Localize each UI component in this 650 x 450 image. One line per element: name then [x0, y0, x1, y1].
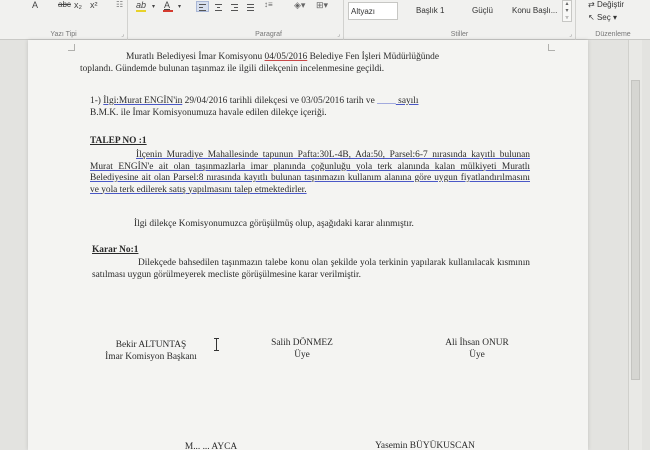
shading-icon[interactable]: ◈▾	[294, 0, 305, 11]
signature-block: Salih DÖNMEZ Üye	[242, 338, 362, 361]
style-konu-basligi[interactable]: Konu Başlı...	[510, 2, 559, 20]
style-altyazi[interactable]: Altyazı	[348, 2, 398, 20]
signatory-name: Bekir ALTUNTAŞ	[115, 340, 187, 350]
styles-group: Altyazı Başlık 1 Güçlü Konu Başlı... Sti…	[344, 0, 576, 40]
ibeam-cursor-icon	[214, 338, 219, 351]
blank-number: ____	[377, 96, 396, 106]
align-right-button[interactable]	[228, 1, 241, 12]
style-baslik-1[interactable]: Başlık 1	[414, 2, 446, 20]
karar-heading: Karar No:1	[92, 245, 139, 255]
scrollbar-thumb[interactable]	[631, 80, 640, 380]
paragraph-group-label: Paragraf	[255, 31, 282, 38]
style-guclu[interactable]: Güçlü	[470, 2, 495, 20]
select-icon: ↖	[588, 13, 597, 22]
replace-button[interactable]: ⇄ Değiştir	[588, 0, 624, 9]
intro-paragraph: Muratlı Belediyesi İmar Komisyonu 04/05/…	[80, 52, 528, 75]
bottom-signatory-partial: M... ... AYCA	[184, 442, 238, 450]
talep-note: İlgi dilekçe Komisyonumuzca görüşülmüş o…	[134, 219, 414, 229]
styles-scroll-control[interactable]: ▴ ▾ ▿	[562, 0, 572, 22]
replace-icon: ⇄	[588, 0, 597, 9]
superscript-button[interactable]: x²	[90, 0, 98, 10]
subscript-button[interactable]: x₂	[74, 0, 82, 10]
align-left-button[interactable]	[196, 1, 209, 12]
editing-group-label: Düzenleme	[595, 31, 631, 38]
font-color-button[interactable]: A	[164, 0, 170, 10]
vertical-scrollbar[interactable]	[628, 40, 642, 450]
intro-line-2: toplandı. Gündemde bulunan taşınmaz ile …	[80, 63, 385, 74]
signatory-name: Salih DÖNMEZ	[271, 338, 333, 348]
chevron-down-icon[interactable]: ▾	[178, 3, 181, 10]
item-1-line-2: B.M.K. ile İmar Komisyonumuza havale edi…	[90, 107, 327, 118]
margin-mark	[68, 44, 75, 51]
bottom-signatory-partial: Yasemin BÜYÜKUSCAN	[375, 441, 475, 450]
clear-format-icon[interactable]: ☷	[116, 0, 123, 9]
margin-mark	[548, 44, 555, 51]
align-center-button[interactable]	[212, 1, 225, 12]
signatory-role: Üye	[294, 349, 310, 360]
talep-body: İlçenin Muradiye Mahallesinde tapunun Pa…	[90, 150, 530, 195]
borders-icon[interactable]: ⊞▾	[316, 0, 328, 11]
select-button[interactable]: ↖ Seç ▾	[588, 13, 617, 22]
justify-button[interactable]	[244, 1, 257, 12]
font-color-tools: ☷ ab ▾ A ▾	[104, 0, 194, 40]
talep-heading: TALEP NO :1	[90, 136, 147, 146]
signatory-name: Ali İhsan ONUR	[445, 338, 509, 348]
styles-group-label: Stiller	[450, 31, 469, 38]
paragraph-group: ↕≡ ◈▾ ⊞▾ Paragraf ⌟	[194, 0, 344, 40]
editing-group: ⇄ Değiştir ↖ Seç ▾ Düzenleme	[576, 0, 650, 40]
font-color-bar	[163, 10, 173, 12]
ribbon: A abc x₂ x² Yazı Tipi ⌟ ☷ ab ▾ A ▾ ↕≡ ◈▾…	[0, 0, 650, 40]
strikethrough-button[interactable]: abc	[58, 0, 71, 9]
signature-block: Ali İhsan ONUR Üye	[412, 338, 542, 361]
chevron-down-icon[interactable]: ▾	[152, 3, 155, 10]
chevron-down-icon: ▾	[610, 13, 617, 22]
paragraph-launcher-icon[interactable]: ⌟	[337, 31, 340, 38]
highlight-color-bar	[136, 10, 146, 12]
item-1-paragraph: 1-) İlgi:Murat ENGİN'in 29/04/2016 tarih…	[90, 96, 530, 119]
item-1-line-1: 1-) İlgi:Murat ENGİN'in 29/04/2016 tarih…	[90, 96, 419, 106]
text-effects-button[interactable]: A	[32, 0, 38, 10]
karar-body: Dilekçede bahsedilen taşınmazın talebe k…	[92, 258, 530, 280]
signatory-role: Üye	[469, 349, 485, 360]
signature-block: Bekir ALTUNTAŞ İmar Komisyon Başkanı	[86, 340, 216, 363]
applicant-name: İlgi:Murat ENGİN'in	[103, 96, 183, 106]
signatory-role: İmar Komisyon Başkanı	[105, 351, 197, 362]
intro-line-1: Muratlı Belediyesi İmar Komisyonu 04/05/…	[126, 52, 439, 62]
styles-launcher-icon[interactable]: ⌟	[569, 31, 572, 38]
highlight-icon[interactable]: ab	[136, 0, 146, 10]
document-page[interactable]: Muratlı Belediyesi İmar Komisyonu 04/05/…	[28, 40, 588, 450]
meeting-date: 04/05/2016	[264, 52, 308, 62]
line-spacing-icon[interactable]: ↕≡	[264, 0, 273, 9]
